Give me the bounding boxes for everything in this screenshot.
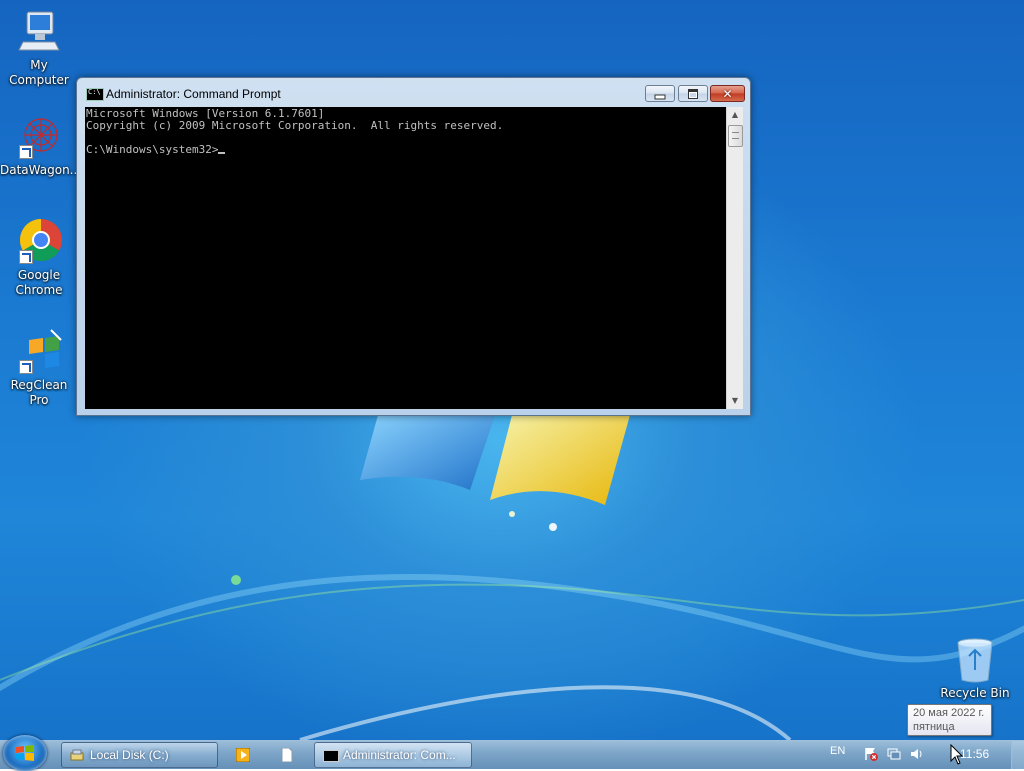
document-icon <box>281 748 293 762</box>
maximize-button[interactable] <box>678 85 708 102</box>
scroll-up-arrow-icon[interactable]: ▲ <box>727 107 743 123</box>
desktop: My Computer DataWagon... Google Chrome R… <box>0 0 1024 740</box>
desktop-icon-label: DataWagon... <box>0 163 82 177</box>
text-cursor <box>218 152 226 154</box>
tooltip-weekday: пятница <box>913 721 955 733</box>
language-indicator[interactable]: EN <box>830 745 845 757</box>
mouse-pointer-icon <box>950 744 964 765</box>
shortcut-arrow-icon <box>19 360 33 374</box>
desktop-icon-recycle-bin[interactable]: Recycle Bin <box>936 636 1014 701</box>
datawagon-icon <box>15 113 63 161</box>
volume-icon[interactable] <box>910 747 924 761</box>
start-button[interactable] <box>3 735 47 771</box>
maximize-icon <box>688 88 698 99</box>
cmd-icon[interactable] <box>86 88 104 101</box>
taskbar-button-local-disk[interactable]: Local Disk (C:) <box>61 742 218 768</box>
desktop-icon-label: Google Chrome <box>15 268 63 297</box>
tooltip-date: 20 мая 2022 г. <box>913 707 985 719</box>
taskbar-button-label: Local Disk (C:) <box>90 748 169 762</box>
taskbar-button-command-prompt[interactable]: Administrator: Com... <box>314 742 472 768</box>
desktop-icon-my-computer[interactable]: My Computer <box>0 8 78 88</box>
taskbar-button-media-player[interactable] <box>224 742 260 768</box>
taskbar-button-label: Administrator: Com... <box>343 748 456 762</box>
computer-icon <box>15 8 63 56</box>
folder-icon <box>70 749 84 761</box>
desktop-icon-datawagon[interactable]: DataWagon... <box>0 113 82 178</box>
console-line: Copyright (c) 2009 Microsoft Corporation… <box>86 119 504 132</box>
minimize-icon <box>654 94 666 99</box>
window-title: Administrator: Command Prompt <box>106 87 281 101</box>
clock[interactable]: 11:56 <box>960 747 989 761</box>
scroll-down-arrow-icon[interactable]: ▼ <box>727 393 743 409</box>
action-center-icon[interactable] <box>864 747 878 761</box>
scroll-thumb[interactable] <box>728 125 743 147</box>
date-tooltip: 20 мая 2022 г. пятница <box>907 704 992 736</box>
console-output[interactable]: Microsoft Windows [Version 6.1.7601] Copy… <box>85 107 726 409</box>
desktop-icon-google-chrome[interactable]: Google Chrome <box>0 218 78 298</box>
close-icon: ✕ <box>722 86 733 101</box>
media-player-icon <box>236 748 250 762</box>
show-desktop-button[interactable] <box>1011 741 1024 769</box>
desktop-icon-regclean-pro[interactable]: RegClean Pro <box>0 328 78 408</box>
recycle-bin-icon <box>951 636 999 684</box>
minimize-button[interactable] <box>645 85 675 102</box>
taskbar-button-document[interactable] <box>267 742 303 768</box>
console-prompt: C:\Windows\system32> <box>86 143 219 156</box>
windows-logo-icon <box>16 745 34 761</box>
console-area[interactable]: Microsoft Windows [Version 6.1.7601] Copy… <box>85 107 743 409</box>
window-titlebar[interactable]: Administrator: Command Prompt ✕ <box>77 78 750 106</box>
console-prompt-line: C:\Windows\system32> <box>86 144 725 156</box>
vertical-scrollbar[interactable]: ▲ ▼ <box>726 107 743 409</box>
chrome-icon <box>15 218 63 266</box>
shortcut-arrow-icon <box>19 145 33 159</box>
cmd-icon <box>323 750 339 762</box>
close-button[interactable]: ✕ <box>710 85 745 102</box>
shortcut-arrow-icon <box>19 250 33 264</box>
desktop-icon-label: RegClean Pro <box>10 378 68 407</box>
desktop-icon-label: My Computer <box>9 58 69 87</box>
command-prompt-window[interactable]: Administrator: Command Prompt ✕ Microsof… <box>76 77 751 416</box>
taskbar: Local Disk (C:) Administrator: Com... EN… <box>0 735 1024 771</box>
network-icon[interactable] <box>887 747 901 761</box>
desktop-icon-label: Recycle Bin <box>940 686 1010 700</box>
regclean-icon <box>15 328 63 376</box>
